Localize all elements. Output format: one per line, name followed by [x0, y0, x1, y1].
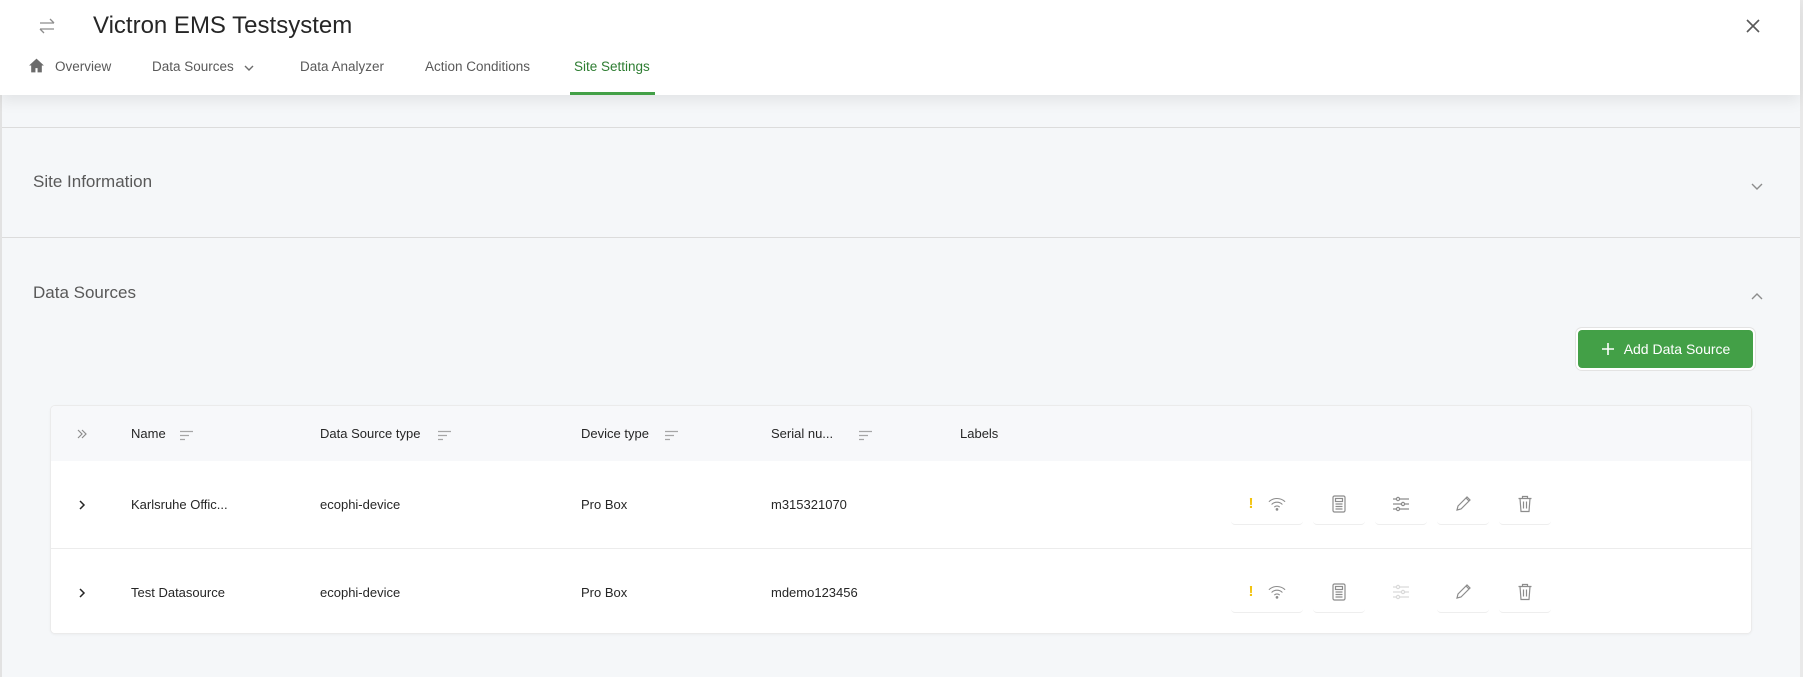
add-data-source-label: Add Data Source: [1623, 341, 1731, 357]
edit-button[interactable]: [1437, 483, 1489, 525]
cell-serial-number: m315321070: [771, 497, 847, 512]
wifi-icon: [1268, 585, 1285, 599]
close-icon[interactable]: [1742, 15, 1764, 37]
swap-arrows-icon[interactable]: [36, 16, 58, 36]
calculator-icon: [1332, 582, 1346, 601]
tab-site-settings[interactable]: Site Settings: [570, 54, 655, 95]
column-header-labels: Labels: [960, 426, 999, 441]
tab-label: Overview: [55, 59, 112, 74]
table-header: Name Data Source type Device type Serial…: [51, 406, 1751, 461]
column-header-name: Name: [131, 426, 166, 441]
calculator-icon: [1332, 494, 1346, 513]
cell-name: Test Datasource: [131, 585, 225, 600]
sort-icon[interactable]: [665, 428, 678, 441]
tab-data-analyzer[interactable]: Data Analyzer: [300, 54, 384, 95]
cell-device-type: Pro Box: [581, 497, 628, 512]
cell-serial-number: mdemo123456: [771, 585, 858, 600]
pencil-icon: [1456, 495, 1471, 511]
warning-icon: !: [1248, 583, 1254, 600]
add-data-source-button[interactable]: Add Data Source: [1578, 330, 1753, 368]
edit-button[interactable]: [1437, 571, 1489, 613]
expand-all-icon[interactable]: [76, 427, 88, 439]
trash-icon: [1518, 495, 1532, 512]
column-header-serial-number: Serial nu...: [771, 426, 834, 441]
pencil-icon: [1456, 583, 1471, 599]
delete-button[interactable]: [1499, 571, 1551, 613]
section-title: Site Information: [33, 172, 153, 191]
tab-label: Data Sources: [152, 59, 234, 74]
tab-label: Site Settings: [574, 59, 650, 74]
delete-button[interactable]: [1499, 483, 1551, 525]
calculator-button[interactable]: [1313, 483, 1365, 525]
connection-status-button[interactable]: !: [1231, 483, 1303, 525]
table-row[interactable]: Karlsruhe Offic... ecophi-device Pro Box…: [51, 461, 1751, 548]
tab-label: Action Conditions: [425, 59, 531, 74]
sliders-icon: [1393, 584, 1409, 599]
data-sources-table: Name Data Source type Device type Serial…: [50, 405, 1752, 634]
sort-icon[interactable]: [859, 428, 872, 441]
column-header-device-type: Device type: [581, 426, 649, 441]
cell-data-source-type: ecophi-device: [320, 497, 401, 512]
section-title: Data Sources: [33, 283, 136, 302]
tab-label: Data Analyzer: [300, 59, 385, 74]
sort-icon[interactable]: [438, 428, 451, 441]
site-information-section[interactable]: Site Information: [2, 127, 1800, 237]
active-tab-indicator: [570, 92, 655, 95]
warning-icon: !: [1248, 495, 1254, 512]
home-icon[interactable]: [28, 57, 45, 74]
column-header-data-source-type: Data Source type: [320, 426, 421, 441]
table-row[interactable]: Test Datasource ecophi-device Pro Box md…: [51, 548, 1751, 633]
wifi-icon: [1268, 497, 1285, 511]
cell-device-type: Pro Box: [581, 585, 628, 600]
chevron-down-icon[interactable]: [1750, 179, 1764, 190]
settings-button: [1375, 571, 1427, 613]
chevron-right-icon[interactable]: [77, 498, 87, 510]
sliders-icon: [1393, 496, 1409, 511]
calculator-button[interactable]: [1313, 571, 1365, 613]
plus-icon: [1601, 343, 1614, 355]
cell-name: Karlsruhe Offic...: [131, 497, 228, 512]
tab-data-sources[interactable]: Data Sources: [152, 54, 234, 95]
cell-data-source-type: ecophi-device: [320, 585, 401, 600]
app-header: Victron EMS Testsystem Overview Data Sou…: [0, 0, 1800, 95]
sort-icon[interactable]: [180, 428, 193, 441]
chevron-up-icon[interactable]: [1750, 288, 1764, 300]
trash-icon: [1518, 583, 1532, 600]
chevron-down-icon[interactable]: [243, 61, 255, 73]
settings-button[interactable]: [1375, 483, 1427, 525]
tab-action-conditions[interactable]: Action Conditions: [425, 54, 530, 95]
connection-status-button[interactable]: !: [1231, 571, 1303, 613]
page-title: Victron EMS Testsystem: [93, 12, 353, 39]
tab-overview[interactable]: Overview: [55, 54, 111, 95]
chevron-right-icon[interactable]: [77, 586, 87, 598]
